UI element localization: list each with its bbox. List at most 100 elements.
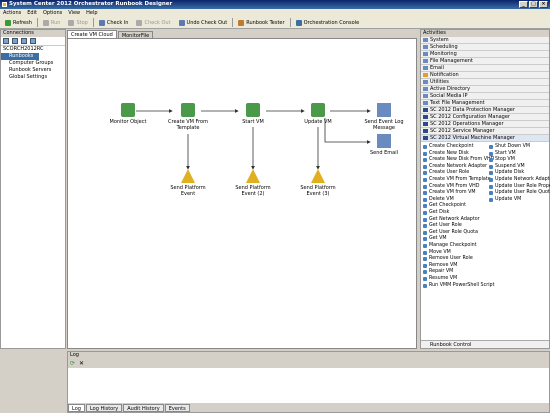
category-sc-vmm[interactable]: SC 2012 Virtual Machine Manager <box>421 135 549 142</box>
play-icon <box>42 19 49 26</box>
clear-icon[interactable]: ✕ <box>79 360 84 367</box>
activity-create-vm[interactable]: Create VM From Template <box>163 103 213 131</box>
activity-send-email[interactable]: Send Email <box>359 134 409 156</box>
vm-icon <box>311 103 325 117</box>
menu-actions[interactable]: Actions <box>3 9 21 17</box>
vmm-activity-item[interactable]: Get Disk <box>423 210 449 217</box>
activity-update-vm[interactable]: Update VM <box>293 103 343 125</box>
console-icon <box>295 19 302 26</box>
tab-log-history[interactable]: Log History <box>85 404 123 412</box>
vmm-activity-item[interactable]: Update User Role Quota <box>489 190 550 197</box>
vmm-activity-item[interactable]: Get Checkpoint <box>423 203 466 210</box>
check-in-button[interactable]: Check In <box>96 18 132 28</box>
menu-help[interactable]: Help <box>86 9 97 17</box>
tree-item-computer-groups[interactable]: Computer Groups <box>1 60 65 67</box>
menu-view[interactable]: View <box>68 9 80 17</box>
tree-item-server[interactable]: SCORCH2012RC <box>1 46 65 53</box>
refresh-button[interactable]: Refresh <box>2 18 35 28</box>
category-email[interactable]: Email <box>421 65 549 72</box>
connections-tree: SCORCH2012RC Runbooks Computer Groups Ru… <box>1 46 65 81</box>
vmm-activity-item[interactable]: Create VM From Template <box>423 177 491 184</box>
activity-send-event-log[interactable]: Send Event Log Message <box>359 103 409 131</box>
close-button[interactable]: × <box>539 1 548 8</box>
category-sc-configmgr[interactable]: SC 2012 Configuration Manager <box>421 114 549 121</box>
vmm-activity-item[interactable]: Stop VM <box>489 157 515 164</box>
menu-edit[interactable]: Edit <box>27 9 37 17</box>
category-runbook-control[interactable]: Runbook Control <box>421 340 549 348</box>
vmm-activity-item[interactable]: Create User Role <box>423 170 469 177</box>
vmm-activity-item[interactable]: Create New Disk From VHD <box>423 157 494 164</box>
tab-log[interactable]: Log <box>68 404 85 412</box>
category-social-media[interactable]: Social Media IP <box>421 93 549 100</box>
vmm-activity-item[interactable]: Update VM <box>489 197 521 204</box>
activity-send-platform-event[interactable]: Send Platform Event <box>163 169 213 197</box>
activity-monitor-object[interactable]: Monitor Object <box>103 103 153 125</box>
tab-audit-history[interactable]: Audit History <box>123 404 164 412</box>
event-log-icon <box>377 103 391 117</box>
category-scheduling[interactable]: Scheduling <box>421 44 549 51</box>
properties-icon[interactable] <box>30 38 36 44</box>
tree-item-runbooks[interactable]: Runbooks <box>1 53 39 60</box>
activity-send-platform-event-2[interactable]: Send Platform Event (2) <box>228 169 278 197</box>
menu-options[interactable]: Options <box>43 9 62 17</box>
undo-check-out-button[interactable]: Undo Check Out <box>176 18 231 28</box>
tab-events[interactable]: Events <box>164 404 190 412</box>
vmm-activity-item[interactable]: Update Disk <box>489 170 524 177</box>
category-file-management[interactable]: File Management <box>421 58 549 65</box>
log-toolbar: ⟳ ✕ <box>70 360 84 367</box>
vmm-activity-item[interactable]: Create VM from VM <box>423 190 476 197</box>
activities-pane: Activities System Scheduling Monitoring … <box>420 29 550 349</box>
vmm-activity-item[interactable]: Run VMM PowerShell Script <box>423 283 494 290</box>
new-folder-icon[interactable] <box>3 38 9 44</box>
vmm-activity-item[interactable]: Shut Down VM <box>489 144 530 151</box>
stop-icon <box>68 19 75 26</box>
log-body <box>68 368 549 403</box>
vmm-activity-item[interactable]: Update Network Adapter <box>489 177 550 184</box>
toolbar-separator <box>232 18 234 27</box>
minimize-button[interactable]: _ <box>519 1 528 8</box>
category-active-directory[interactable]: Active Directory <box>421 86 549 93</box>
check-out-icon <box>136 19 143 26</box>
category-utilities[interactable]: Utilities <box>421 79 549 86</box>
window-title: System Center 2012 Orchestrator Runbook … <box>9 1 173 7</box>
category-system[interactable]: System <box>421 37 549 44</box>
warning-icon <box>246 169 260 183</box>
menu-bar: Actions Edit Options View Help <box>0 9 550 17</box>
vmm-activity-item[interactable]: Create Checkpoint <box>423 144 473 151</box>
activities-title: Activities <box>421 30 549 37</box>
refresh-icon <box>5 19 11 26</box>
check-out-button[interactable]: Check Out <box>133 18 173 28</box>
new-runbook-icon[interactable] <box>12 38 18 44</box>
category-sc-opsmgr[interactable]: SC 2012 Operations Manager <box>421 121 549 128</box>
vmm-activity-item[interactable]: Repair VM <box>423 269 453 276</box>
orchestration-console-button[interactable]: Orchestration Console <box>293 18 363 28</box>
tester-icon <box>238 19 245 26</box>
log-pane: Log ⟳ ✕ Log Log History Audit History Ev… <box>67 351 550 413</box>
runbook-canvas[interactable]: Monitor Object Create VM From Template S… <box>67 38 417 349</box>
maximize-button[interactable]: □ <box>529 1 538 8</box>
vmm-activity-item[interactable]: Manage Checkpoint <box>423 243 477 250</box>
runbook-tester-button[interactable]: Runbook Tester <box>235 18 287 28</box>
log-title: Log <box>68 352 549 359</box>
refresh-icon[interactable]: ⟳ <box>70 360 75 367</box>
connections-title: Connections <box>1 30 65 37</box>
vmm-activity-item[interactable]: Remove User Role <box>423 256 473 263</box>
tree-item-runbook-servers[interactable]: Runbook Servers <box>1 67 65 74</box>
activity-start-vm[interactable]: Start VM <box>228 103 278 125</box>
category-text-file[interactable]: Text File Management <box>421 100 549 107</box>
stop-button[interactable]: Stop <box>65 18 90 28</box>
category-notification[interactable]: Notification <box>421 72 549 79</box>
vmm-activity-item[interactable]: Get User Role <box>423 223 462 230</box>
vmm-activity-item[interactable]: Resume VM <box>423 276 457 283</box>
vmm-activity-item[interactable]: Get VM <box>423 236 447 243</box>
category-monitoring[interactable]: Monitoring <box>421 51 549 58</box>
log-tabs: Log Log History Audit History Events <box>68 404 190 412</box>
tree-item-global-settings[interactable]: Global Settings <box>1 74 65 81</box>
delete-icon[interactable] <box>21 38 27 44</box>
warning-icon <box>181 169 195 183</box>
category-sc-dpm[interactable]: SC 2012 Data Protection Manager <box>421 107 549 114</box>
run-button[interactable]: Run <box>40 18 64 28</box>
category-sc-svcmgr[interactable]: SC 2012 Service Manager <box>421 128 549 135</box>
activity-send-platform-event-3[interactable]: Send Platform Event (3) <box>293 169 343 197</box>
email-icon <box>377 134 391 148</box>
